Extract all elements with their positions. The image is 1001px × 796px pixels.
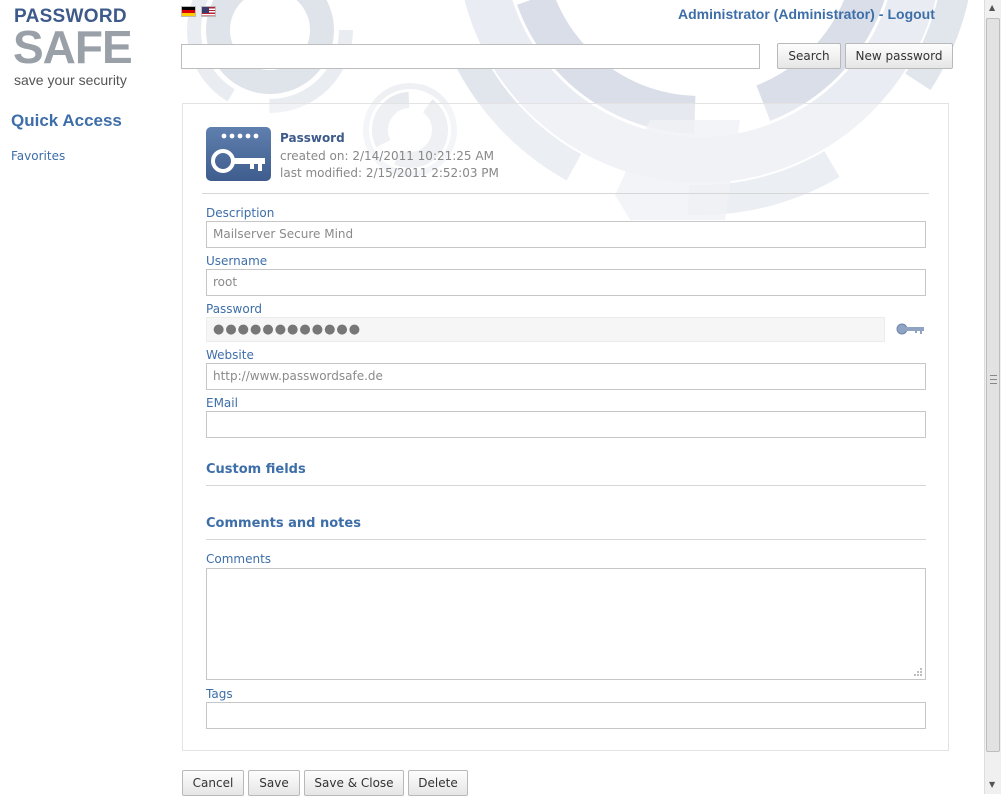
scroll-up-arrow-icon[interactable]: ▲ [989, 3, 995, 12]
search-input[interactable] [181, 44, 760, 69]
comments-divider [206, 539, 926, 540]
description-field[interactable]: Mailserver Secure Mind [206, 221, 926, 248]
user-name: Administrator (Administrator) [678, 6, 875, 22]
header-divider [202, 193, 929, 194]
custom-fields-heading: Custom fields [206, 462, 306, 477]
save-button[interactable]: Save [248, 770, 300, 796]
delete-button[interactable]: Delete [408, 770, 468, 796]
tags-label: Tags [206, 687, 233, 701]
custom-fields-divider [206, 485, 926, 486]
website-field[interactable]: http://www.passwordsafe.de [206, 363, 926, 390]
username-field[interactable]: root [206, 269, 926, 296]
password-key-icon [206, 127, 271, 181]
username-label: Username [206, 254, 268, 268]
german-flag-icon[interactable] [181, 6, 196, 17]
description-label: Description [206, 206, 275, 220]
comments-textarea[interactable] [206, 568, 926, 680]
scroll-grip-icon [990, 375, 997, 384]
password-label: Password [206, 302, 263, 316]
logo-tagline: save your security [14, 72, 127, 88]
quick-access-title: Quick Access [11, 111, 122, 130]
logo-line2: SAFE [13, 21, 133, 73]
email-label: EMail [206, 396, 238, 410]
created-date: created on: 2/14/2011 10:21:25 AM [280, 149, 494, 163]
password-field[interactable]: ●●●●●●●●●●●● [206, 317, 885, 342]
resize-grip-icon[interactable] [913, 667, 923, 677]
website-label: Website [206, 348, 254, 362]
entry-title: Password [280, 131, 345, 145]
modified-date: last modified: 2/15/2011 2:52:03 PM [280, 166, 499, 180]
comments-notes-heading: Comments and notes [206, 516, 361, 531]
us-flag-icon[interactable] [201, 6, 216, 17]
user-separator: - [878, 6, 884, 22]
comments-label: Comments [206, 552, 272, 566]
tags-field[interactable] [206, 702, 926, 729]
logout-link[interactable]: Logout [887, 6, 934, 22]
save-close-button[interactable]: Save & Close [304, 770, 404, 796]
language-flags [181, 6, 216, 17]
cancel-button[interactable]: Cancel [182, 770, 244, 796]
scroll-down-arrow-icon[interactable]: ▼ [989, 780, 995, 789]
sidebar-item-favorites[interactable]: Favorites [11, 149, 65, 163]
email-field[interactable] [206, 411, 926, 438]
show-password-key-icon[interactable] [895, 320, 925, 338]
logo: PASSWORD SAFE save your security [13, 6, 133, 90]
vertical-scrollbar[interactable]: ▲ ▼ [984, 0, 1001, 794]
user-info: Administrator (Administrator) - Logout [678, 6, 935, 22]
new-password-button[interactable]: New password [845, 43, 953, 69]
search-button[interactable]: Search [777, 43, 841, 69]
scroll-thumb[interactable] [986, 18, 1000, 752]
